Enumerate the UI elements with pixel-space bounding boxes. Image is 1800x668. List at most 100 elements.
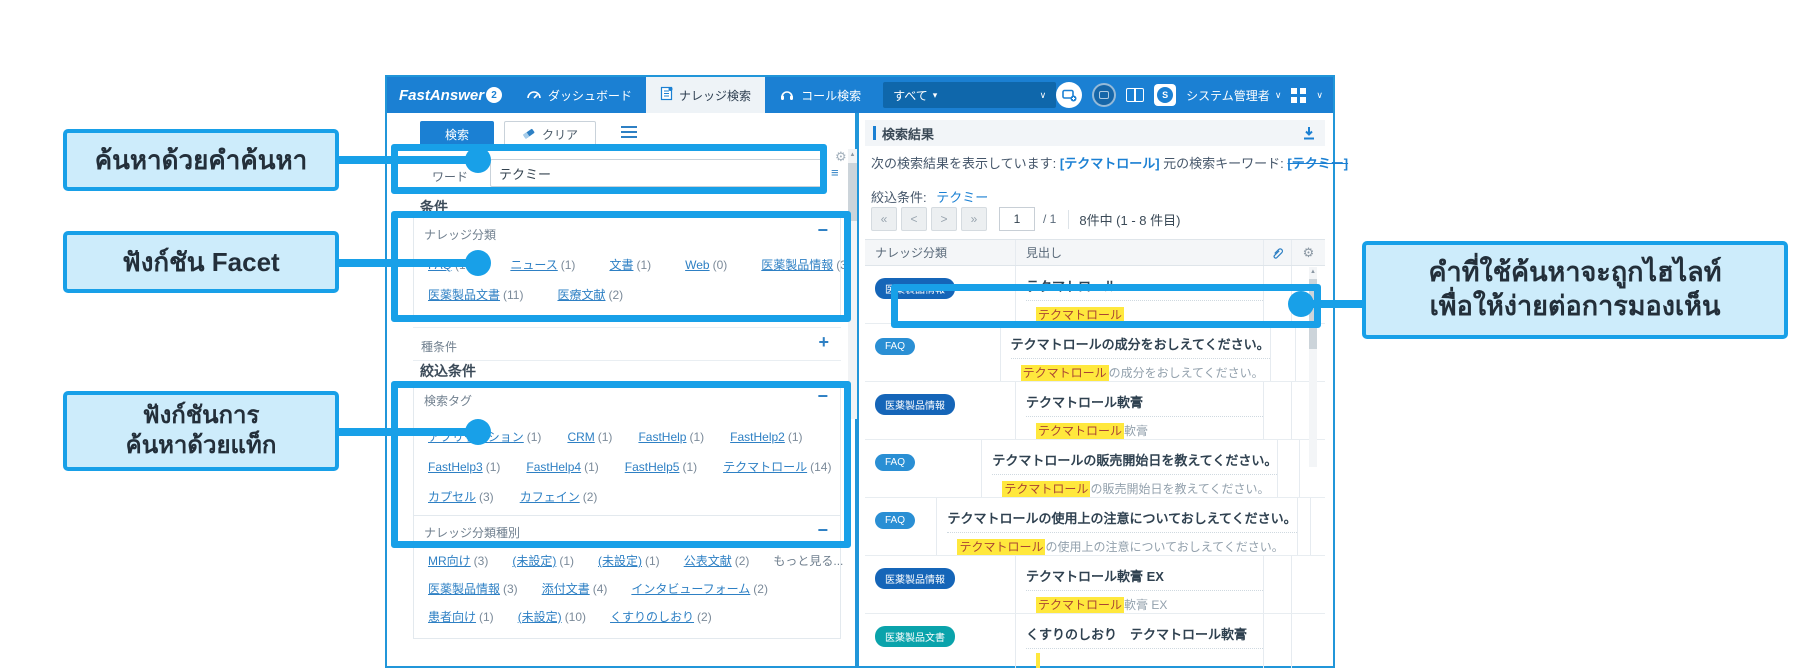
result-title[interactable]: テクマトロールの販売開始日を教えてください。 — [992, 450, 1277, 469]
collapsed-condition-section: 種条件 + — [413, 327, 841, 361]
search-button[interactable]: 検索 — [420, 121, 494, 147]
results-panel: 検索結果 次の検索結果を表示しています: [テクマトロール] 元の検索キーワード… — [859, 113, 1333, 666]
tag-link[interactable]: カプセル(3) — [428, 488, 494, 505]
result-title[interactable]: テクマトロールの使用上の注意についておしえてください。 — [947, 508, 1296, 527]
result-row[interactable]: 医薬製品情報 テクマトロール テクマトロール — [865, 266, 1325, 324]
tab-call-search[interactable]: コール検索 — [765, 77, 875, 113]
drag-handle-icon[interactable]: ≡ — [831, 165, 839, 180]
column-header-category[interactable]: ナレッジ分類 — [865, 244, 1015, 261]
result-row[interactable]: 医薬製品情報 テクマトロール軟膏 EX テクマトロール軟膏 EX — [865, 556, 1325, 614]
tag-link[interactable]: FastHelp(1) — [638, 430, 704, 444]
result-title[interactable]: テクマトロール軟膏 EX — [1026, 566, 1263, 585]
type-link[interactable]: (未設定)(10) — [518, 608, 586, 625]
facet-link[interactable]: Web(0) — [685, 258, 727, 272]
callout-highlight-explanation: คำที่ใช้ค้นหาจะถูกไฮไลท์ เพื่อให้ง่ายต่อ… — [1362, 241, 1788, 339]
scope-select[interactable]: すべて ▾ ∨ — [883, 82, 1056, 108]
chevron-down-icon: ∨ — [1275, 90, 1282, 101]
tab-call-label: コール検索 — [801, 87, 861, 104]
clear-button[interactable]: クリア — [504, 121, 596, 147]
type-link[interactable]: 添付文書(4) — [542, 580, 608, 597]
scroll-up-arrow[interactable]: ▲ — [1309, 267, 1317, 278]
facet-title: 検索タグ — [424, 392, 472, 409]
page-next-button[interactable]: > — [931, 207, 957, 231]
facet-link[interactable]: 文書(1) — [609, 256, 651, 273]
annotation-connector-line — [1308, 300, 1366, 308]
refine-label: 絞込条件: — [871, 190, 927, 205]
result-title[interactable]: テクマトロール — [1026, 276, 1263, 295]
facet-link[interactable]: 医療文献(2) — [557, 286, 623, 303]
table-settings-gear-icon[interactable]: ⚙ — [1291, 240, 1325, 265]
facet-link[interactable]: 医薬製品情報(3) — [761, 256, 851, 273]
collapse-icon[interactable]: − — [817, 520, 828, 541]
chevron-down-icon: ∨ — [1040, 90, 1047, 101]
logo-version-badge: 2 — [486, 87, 502, 103]
page-first-button[interactable]: « — [871, 207, 897, 231]
annotation-connector-line — [338, 156, 470, 164]
collapse-icon[interactable]: − — [817, 220, 828, 241]
facet-link[interactable]: 医薬製品文書(11) — [428, 286, 523, 303]
collapse-icon[interactable]: − — [817, 386, 828, 407]
tab-knowledge-search[interactable]: ナレッジ検索 — [646, 77, 765, 113]
result-row[interactable]: FAQ テクマトロールの成分をおしえてください。 テクマトロールの成分をおしえて… — [865, 324, 1325, 382]
type-link[interactable]: (未設定)(1) — [598, 552, 660, 569]
scrollbar-thumb[interactable] — [1309, 279, 1317, 349]
column-header-title[interactable]: 見出し — [1015, 240, 1263, 265]
type-link[interactable]: 患者向け(1) — [428, 608, 494, 625]
result-snippet — [1026, 654, 1263, 668]
type-link[interactable]: 医薬製品情報(3) — [428, 580, 518, 597]
type-link[interactable]: くすりのしおり(2) — [610, 608, 712, 625]
download-icon[interactable] — [1301, 125, 1317, 141]
type-link[interactable]: MR向け(3) — [428, 552, 488, 569]
page-prev-button[interactable]: < — [901, 207, 927, 231]
result-row[interactable]: FAQ テクマトロールの販売開始日を教えてください。 テクマトロールの販売開始日… — [865, 440, 1325, 498]
result-snippet: テクマトロールの販売開始日を教えてください。 — [992, 480, 1277, 497]
chevron-down-icon: ∨ — [1316, 90, 1323, 101]
tag-link[interactable]: FastHelp5(1) — [625, 460, 697, 474]
tag-link[interactable]: カフェイン(2) — [520, 488, 598, 505]
user-menu[interactable]: システム管理者 ∨ — [1186, 87, 1281, 104]
status-circle-icon[interactable] — [1092, 83, 1116, 107]
page-number-input[interactable] — [999, 207, 1035, 231]
panel-settings-gear-icon[interactable]: ⚙ — [835, 149, 847, 165]
result-count-label: 8件中 (1 - 8 件目) — [1068, 210, 1180, 229]
result-snippet: テクマトロール軟膏 — [1026, 422, 1263, 439]
left-panel-scrollbar[interactable]: ▲ — [848, 149, 857, 419]
list-view-icon[interactable] — [621, 126, 637, 141]
type-link[interactable]: (未設定)(1) — [512, 552, 574, 569]
word-search-input[interactable] — [490, 159, 822, 187]
page-last-button[interactable]: » — [961, 207, 987, 231]
results-header-title: 検索結果 — [882, 124, 934, 143]
tag-link[interactable]: FastHelp2(1) — [730, 430, 802, 444]
expand-icon[interactable]: + — [818, 332, 829, 353]
summary-prefix: 次の検索結果を表示しています: — [871, 156, 1056, 171]
results-header-bar: 検索結果 — [865, 120, 1325, 146]
tag-link[interactable]: CRM(1) — [567, 430, 612, 444]
tag-link[interactable]: FastHelp4(1) — [526, 460, 598, 474]
user-avatar[interactable]: S — [1154, 84, 1176, 106]
show-more-link[interactable]: もっと見る... — [773, 552, 843, 569]
caret-down-icon: ▾ — [933, 90, 938, 101]
facet-link[interactable]: ニュース(1) — [510, 256, 575, 273]
tag-link[interactable]: FastHelp3(1) — [428, 460, 500, 474]
result-row[interactable]: 医薬製品文書 くすりのしおり テクマトロール軟膏 — [865, 614, 1325, 668]
scroll-up-arrow[interactable]: ▲ — [848, 149, 857, 161]
result-row[interactable]: 医薬製品情報 テクマトロール軟膏 テクマトロール軟膏 — [865, 382, 1325, 440]
type-link[interactable]: 公表文献(2) — [684, 552, 750, 569]
result-title[interactable]: テクマトロールの成分をおしえてください。 — [1011, 334, 1270, 353]
split-view-icon[interactable] — [1126, 88, 1144, 102]
result-row[interactable]: FAQ テクマトロールの使用上の注意についておしえてください。 テクマトロールの… — [865, 498, 1325, 556]
type-link[interactable]: インタビューフォーム(2) — [631, 580, 768, 597]
collapsed-section-title: 種条件 — [421, 338, 457, 355]
tag-link[interactable]: テクマトロール(14) — [723, 458, 831, 475]
tab-dashboard[interactable]: ダッシュボード — [512, 77, 646, 113]
scrollbar-thumb[interactable] — [848, 163, 857, 221]
result-title[interactable]: テクマトロール軟膏 — [1026, 392, 1263, 411]
apps-grid-icon[interactable] — [1291, 88, 1306, 103]
top-navigation-bar: FastAnswer 2 ダッシュボード ナレッジ検索 コール検索 — [387, 77, 1333, 113]
result-title[interactable]: くすりのしおり テクマトロール軟膏 — [1026, 624, 1263, 643]
app-logo: FastAnswer 2 — [387, 87, 512, 104]
quick-create-icon[interactable] — [1056, 82, 1082, 108]
category-badge: 医薬製品情報 — [875, 568, 955, 589]
results-table-header: ナレッジ分類 見出し ⚙ — [865, 240, 1325, 266]
facet-title: ナレッジ分類種別 — [424, 524, 520, 541]
